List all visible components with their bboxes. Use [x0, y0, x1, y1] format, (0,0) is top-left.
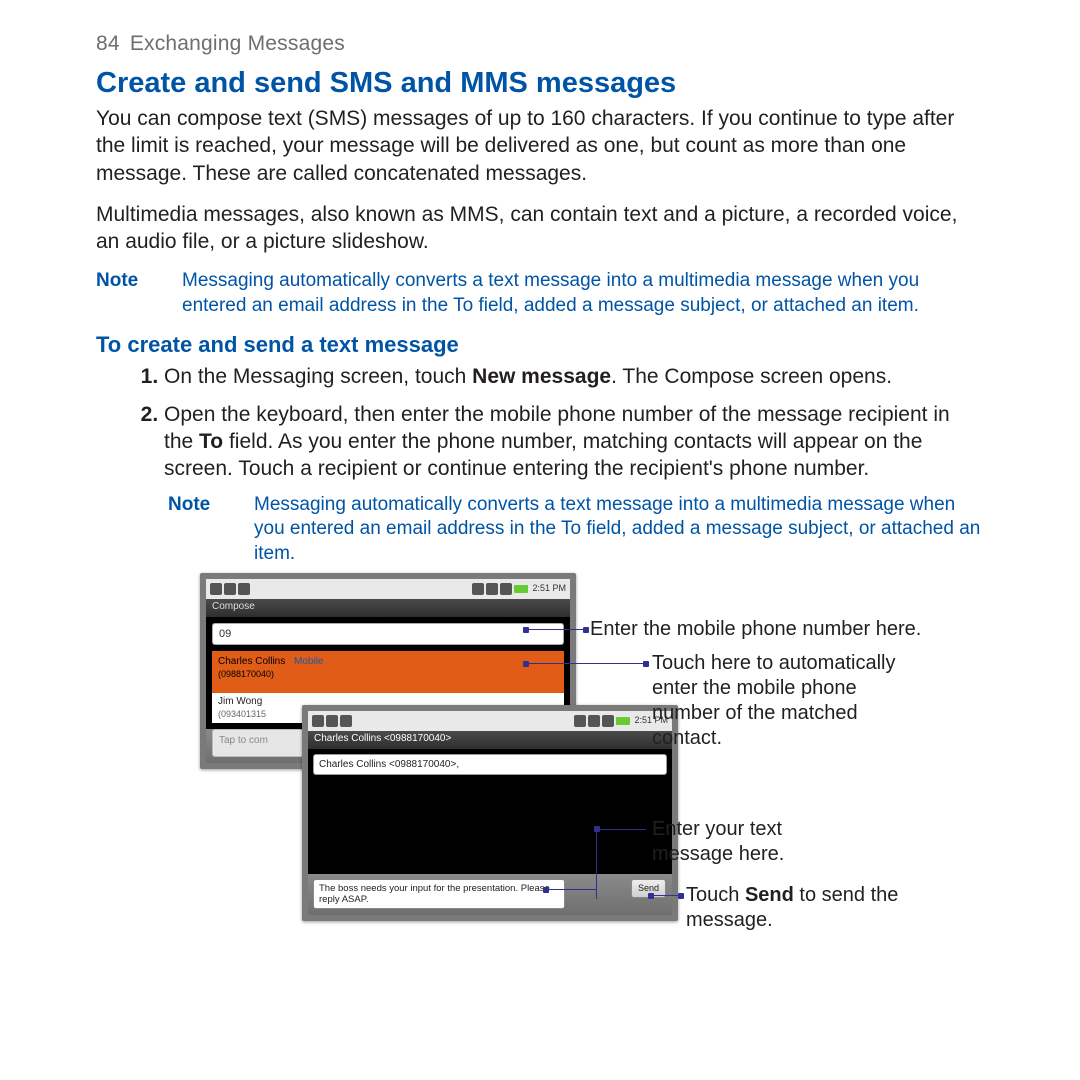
step2-c: field. As you enter the phone number, ma… — [164, 430, 922, 480]
status-icon — [312, 715, 324, 727]
phone1-title: Compose — [206, 599, 570, 617]
leader-line — [596, 829, 597, 899]
step1-bold: New message — [472, 365, 611, 388]
suggestion-number: (0988170040) — [218, 669, 274, 679]
phone-screenshot-thread: 2:51 PM Charles Collins <0988170040> Cha… — [302, 705, 678, 922]
note-text-2: Messaging automatically converts a text … — [254, 493, 984, 567]
note-block-2: Note Messaging automatically converts a … — [96, 493, 984, 567]
phone2-thread-body — [308, 780, 672, 874]
leader-line — [596, 829, 646, 830]
callout-3: Enter your text message here. — [652, 817, 852, 867]
suggestion-name: Charles Collins — [218, 656, 285, 667]
phone2-message-input[interactable]: The boss needs your input for the presen… — [313, 879, 565, 910]
battery-icon — [514, 585, 528, 593]
callout-4: Touch Send to send the message. — [686, 883, 906, 933]
bluetooth-icon — [574, 715, 586, 727]
step-1: On the Messaging screen, touch New messa… — [164, 363, 984, 390]
phone1-statusbar: 2:51 PM — [206, 579, 570, 599]
leader-line — [526, 629, 586, 630]
status-icon — [326, 715, 338, 727]
intro-paragraph-1: You can compose text (SMS) messages of u… — [96, 105, 984, 187]
intro-paragraph-2: Multimedia messages, also known as MMS, … — [96, 201, 984, 256]
suggestion-type: Mobile — [294, 656, 323, 667]
status-icon — [210, 583, 222, 595]
phone1-clock: 2:51 PM — [532, 583, 566, 595]
row2-number: (093401315 — [218, 709, 266, 719]
note-label-2: Note — [168, 493, 254, 567]
phone1-to-field[interactable]: 09 — [212, 623, 564, 645]
step1-pre: On the Messaging screen, touch — [164, 365, 472, 388]
row2-name: Jim Wong — [218, 696, 262, 707]
battery-icon — [616, 717, 630, 725]
phone2-input-bar: The boss needs your input for the presen… — [308, 874, 672, 916]
signal-icon — [500, 583, 512, 595]
leader-line — [651, 895, 681, 896]
status-icon — [340, 715, 352, 727]
status-icon — [238, 583, 250, 595]
running-header: 84 Exchanging Messages — [96, 30, 984, 57]
leader-line — [526, 663, 646, 664]
page-number: 84 — [96, 32, 120, 55]
status-icon — [224, 583, 236, 595]
signal-icon — [588, 715, 600, 727]
signal-icon — [602, 715, 614, 727]
step2-b: To — [199, 430, 223, 453]
subsection-heading: To create and send a text message — [96, 331, 984, 360]
chapter-title: Exchanging Messages — [130, 32, 345, 55]
step-2: Open the keyboard, then enter the mobile… — [164, 401, 984, 483]
phone2-to-display[interactable]: Charles Collins <0988170040>, — [313, 754, 667, 775]
callout-1: Enter the mobile phone number here. — [590, 617, 921, 642]
phone1-contact-suggestion[interactable]: Charles Collins Mobile (0988170040) — [212, 651, 564, 693]
step-list: On the Messaging screen, touch New messa… — [96, 363, 984, 482]
note-block-1: Note Messaging automatically converts a … — [96, 269, 984, 318]
phone2-statusbar: 2:51 PM — [308, 711, 672, 731]
note-label: Note — [96, 269, 182, 318]
callout-2: Touch here to automatically enter the mo… — [652, 651, 912, 751]
bluetooth-icon — [472, 583, 484, 595]
callout4-bold: Send — [745, 884, 794, 906]
phone2-title: Charles Collins <0988170040> — [308, 731, 672, 749]
callout4-pre: Touch — [686, 884, 745, 906]
note-text: Messaging automatically converts a text … — [182, 269, 984, 318]
signal-icon — [486, 583, 498, 595]
leader-line — [546, 889, 596, 890]
figure-area: 2:51 PM Compose 09 Charles Collins Mobil… — [96, 573, 984, 953]
section-heading: Create and send SMS and MMS messages — [96, 65, 984, 103]
step1-post: . The Compose screen opens. — [611, 365, 892, 388]
